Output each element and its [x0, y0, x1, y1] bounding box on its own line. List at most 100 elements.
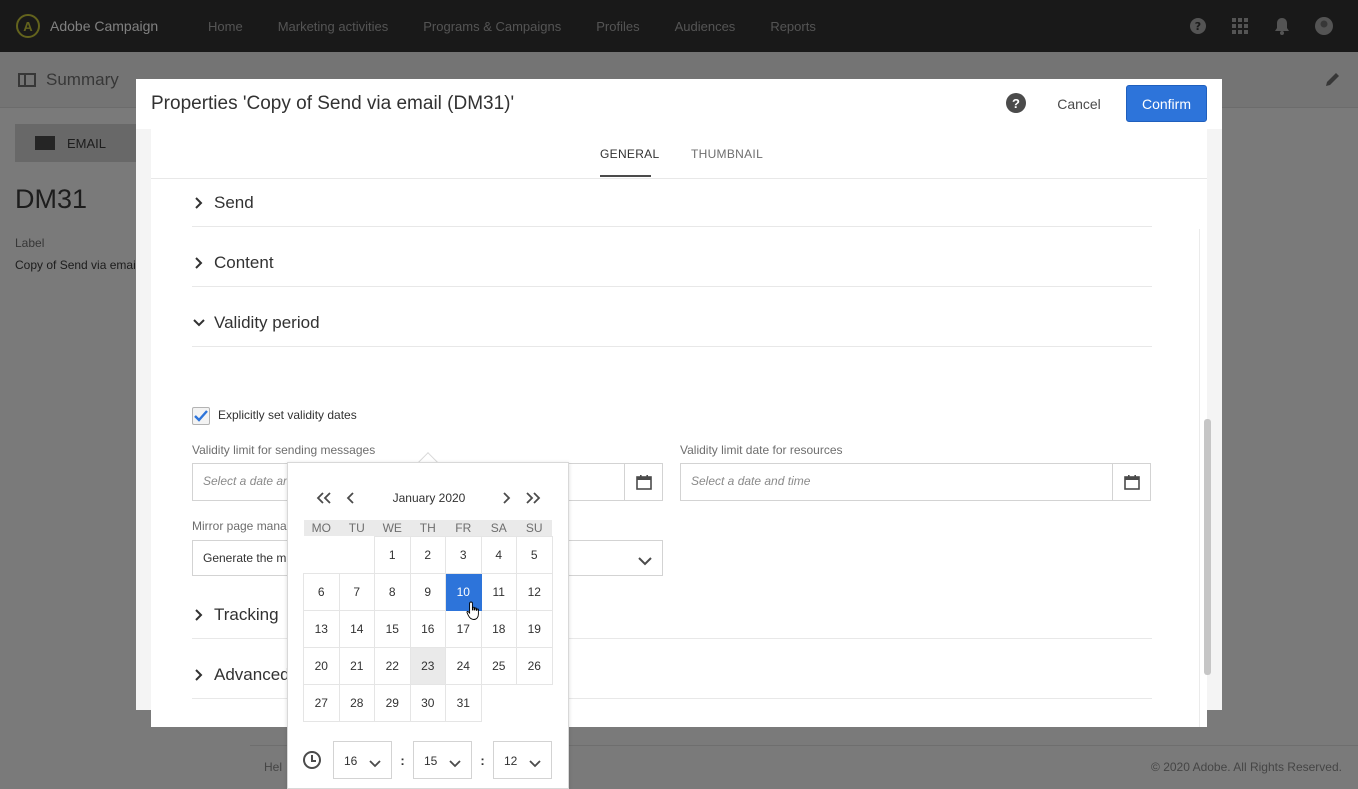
sending-limit-label: Validity limit for sending messages	[192, 443, 376, 457]
weekday-header: TH	[410, 520, 446, 536]
weekday-header: SA	[481, 520, 517, 536]
calendar-empty-cell	[339, 536, 375, 573]
calendar-week-row: 13 14 15 16 17 18 19	[303, 609, 553, 648]
calendar-day-27[interactable]: 27	[303, 683, 340, 722]
calendar-day-2[interactable]: 2	[409, 535, 446, 574]
calendar-week-row: 12345	[304, 535, 553, 574]
calendar-day-6[interactable]: 6	[303, 572, 340, 611]
dialog-header: Properties 'Copy of Send via email (DM31…	[136, 79, 1222, 129]
weekday-header: FR	[445, 520, 481, 536]
calendar-day-8[interactable]: 8	[374, 572, 411, 611]
calendar-day-22[interactable]: 22	[374, 646, 411, 685]
calendar-icon	[635, 475, 652, 490]
section-send[interactable]: Send	[192, 179, 1152, 227]
dialog-title: Properties 'Copy of Send via email (DM31…	[151, 93, 515, 114]
clock-icon	[303, 751, 321, 769]
section-validity-title: Validity period	[214, 312, 320, 332]
calendar-week-row: 6 7 8 9 10 11 12	[303, 572, 553, 611]
calendar-day-23[interactable]: 23	[409, 646, 446, 685]
calendar-day-3[interactable]: 3	[445, 535, 482, 574]
section-validity-period[interactable]: Validity period	[192, 299, 1152, 347]
datepicker-popup: January 2020 MO TU WE TH FR SA SU 1 2 3 4 5 6 7 8 9 10 1…	[287, 462, 569, 789]
calendar-day-28[interactable]: 28	[338, 683, 375, 722]
weekday-header: SU	[516, 520, 552, 536]
chevron-right-icon	[192, 256, 206, 270]
calendar-day-4[interactable]: 4	[480, 535, 517, 574]
minutes-value: 15	[424, 754, 438, 768]
seconds-select[interactable]: 12	[493, 741, 552, 779]
dialog-tabs: GENERAL THUMBNAIL	[151, 129, 1207, 179]
seconds-value: 12	[504, 754, 518, 768]
time-separator: :	[480, 752, 485, 768]
content-scrollbar-thumb[interactable]	[1204, 419, 1211, 675]
calendar-day-15[interactable]: 15	[374, 609, 411, 648]
calendar-day-9[interactable]: 9	[409, 572, 446, 611]
calendar-day-12[interactable]: 12	[516, 572, 553, 611]
hours-value: 16	[344, 754, 358, 768]
confirm-button[interactable]: Confirm	[1126, 85, 1207, 122]
calendar-day-24[interactable]: 24	[445, 646, 482, 685]
chevron-right-icon	[192, 668, 206, 682]
mirror-page-value: Generate the m	[203, 551, 287, 565]
cancel-button[interactable]: Cancel	[1042, 87, 1116, 121]
section-content[interactable]: Content	[192, 239, 1152, 287]
calendar-day-21[interactable]: 21	[338, 646, 375, 685]
tab-thumbnail[interactable]: THUMBNAIL	[691, 147, 763, 161]
calendar-empty-cell	[517, 684, 553, 721]
calendar-day-1[interactable]: 1	[374, 535, 411, 574]
checkmark-icon	[194, 410, 208, 422]
hand-pointer-cursor-icon	[466, 601, 482, 626]
calendar-day-5[interactable]: 5	[516, 535, 553, 574]
sending-limit-calendar-button[interactable]	[624, 464, 662, 500]
calendar-day-19[interactable]: 19	[516, 609, 553, 648]
hours-select[interactable]: 16	[333, 741, 392, 779]
datepicker-calendar-grid: MO TU WE TH FR SA SU 1 2 3 4 5 6 7 8 9 10 11 12 13 14 15 16 17…	[303, 520, 553, 722]
section-advanced-title: Advanced	[214, 664, 290, 684]
calendar-day-31[interactable]: 31	[445, 683, 482, 722]
datepicker-time-row: 16 : 15 : 12	[303, 741, 552, 779]
calendar-day-16[interactable]: 16	[409, 609, 446, 648]
calendar-day-29[interactable]: 29	[374, 683, 411, 722]
calendar-day-13[interactable]: 13	[303, 609, 340, 648]
resources-limit-calendar-button[interactable]	[1112, 464, 1150, 500]
calendar-week-row: 20 21 22 23 24 25 26	[303, 646, 553, 685]
weekday-header: WE	[374, 520, 410, 536]
chevron-right-icon	[192, 196, 206, 210]
minutes-select[interactable]: 15	[413, 741, 472, 779]
chevron-down-icon	[529, 755, 541, 773]
chevron-right-icon	[192, 608, 206, 622]
calendar-day-18[interactable]: 18	[480, 609, 517, 648]
section-tracking-title: Tracking	[214, 604, 279, 624]
tab-general[interactable]: GENERAL	[600, 147, 659, 161]
next-month-chevron-icon[interactable]	[497, 489, 515, 507]
chevron-down-icon	[638, 553, 652, 571]
next-year-double-chevron-icon[interactable]	[524, 489, 542, 507]
time-separator: :	[400, 752, 405, 768]
calendar-day-20[interactable]: 20	[303, 646, 340, 685]
section-send-title: Send	[214, 192, 254, 212]
explicit-validity-label: Explicitly set validity dates	[218, 408, 357, 422]
resources-limit-date-input[interactable]	[691, 474, 1071, 488]
resources-limit-date-field[interactable]	[680, 463, 1151, 501]
calendar-day-30[interactable]: 30	[409, 683, 446, 722]
calendar-day-11[interactable]: 11	[480, 572, 517, 611]
chevron-down-icon	[192, 316, 206, 330]
calendar-day-25[interactable]: 25	[480, 646, 517, 685]
calendar-day-7[interactable]: 7	[338, 572, 375, 611]
explicit-validity-checkbox[interactable]	[192, 407, 210, 425]
active-tab-indicator	[600, 175, 651, 177]
mirror-page-label: Mirror page mana	[192, 519, 287, 533]
resources-limit-label: Validity limit date for resources	[680, 443, 843, 457]
calendar-week-row: 27 28 29 30 31	[303, 683, 553, 722]
chevron-down-icon	[369, 755, 381, 773]
weekday-header: MO	[303, 520, 339, 536]
weekday-header: TU	[339, 520, 375, 536]
calendar-day-26[interactable]: 26	[516, 646, 553, 685]
chevron-down-icon	[449, 755, 461, 773]
calendar-empty-cell	[481, 684, 517, 721]
calendar-empty-cell	[304, 536, 340, 573]
calendar-icon	[1123, 475, 1140, 490]
dialog-help-icon[interactable]: ?	[1006, 93, 1026, 113]
section-content-title: Content	[214, 252, 274, 272]
calendar-day-14[interactable]: 14	[338, 609, 375, 648]
